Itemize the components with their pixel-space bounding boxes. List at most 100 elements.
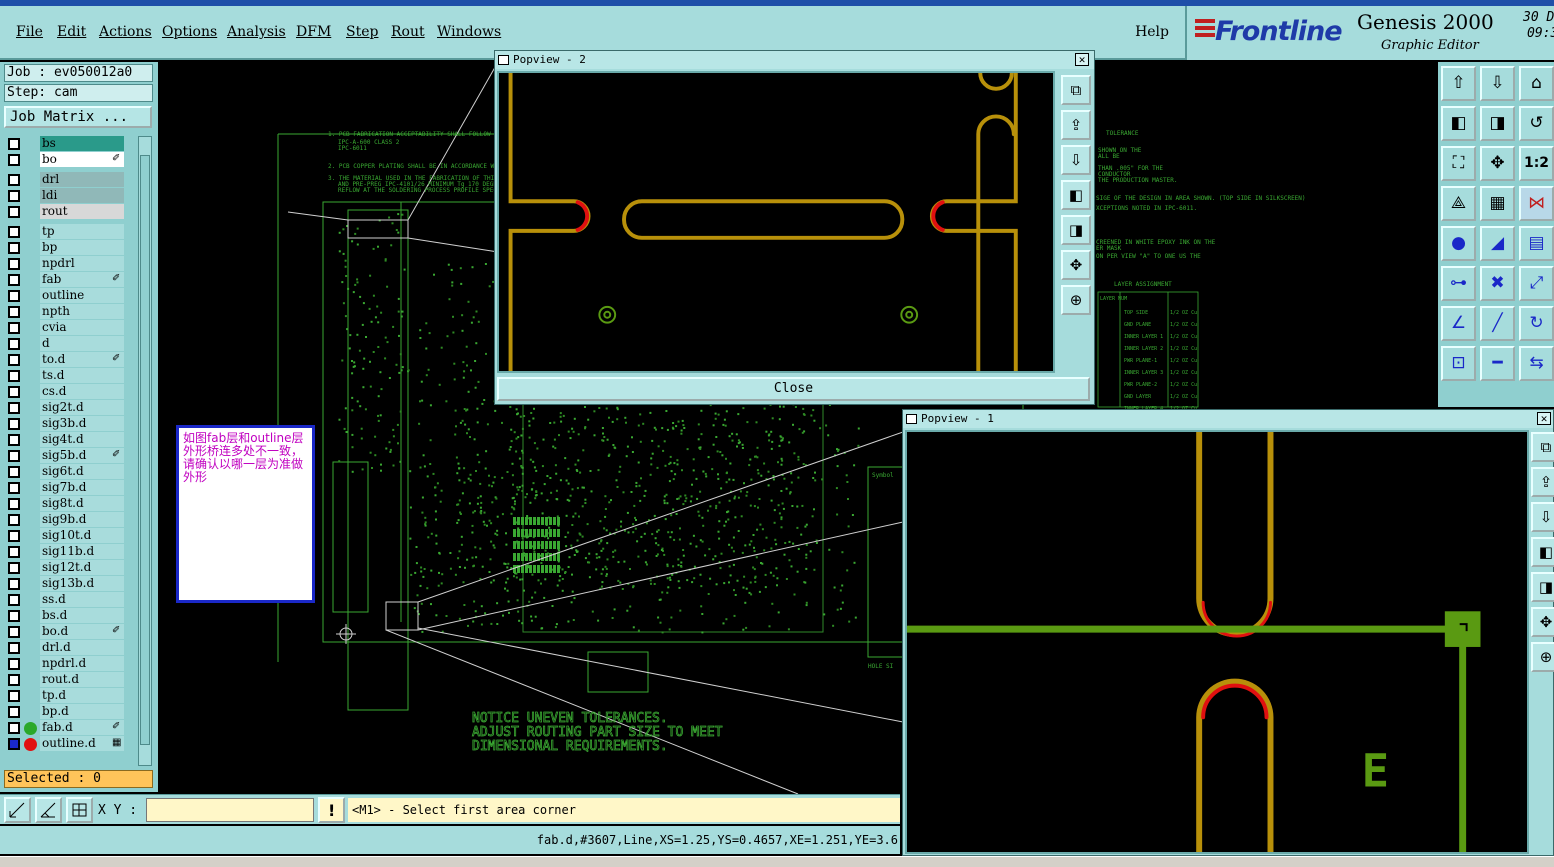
layer-row[interactable]: bo.d ✐ <box>4 624 138 640</box>
view-tool-button[interactable]: ✥ <box>1061 250 1091 280</box>
layer-checkbox[interactable] <box>8 290 20 302</box>
layer-name[interactable]: bs <box>40 136 124 151</box>
layer-row[interactable]: tp <box>4 224 138 240</box>
scale-1-2-button[interactable]: 1:2 <box>1519 146 1554 181</box>
layer-name[interactable]: bp <box>40 240 124 255</box>
layer-name[interactable]: rout <box>40 204 124 219</box>
menu-file[interactable]: File <box>16 24 43 40</box>
layer-row[interactable]: outline <box>4 288 138 304</box>
layer-row[interactable]: cvia <box>4 320 138 336</box>
layer-checkbox[interactable] <box>8 242 20 254</box>
home-up-button[interactable]: ⇧ <box>1441 66 1476 101</box>
layer-row[interactable]: tp.d <box>4 688 138 704</box>
layer-checkbox[interactable] <box>8 738 20 750</box>
split-button[interactable]: ⇆ <box>1519 346 1554 381</box>
layer-row[interactable]: sig8t.d <box>4 496 138 512</box>
layer-row[interactable]: sig9b.d <box>4 512 138 528</box>
layer-name[interactable]: tp <box>40 224 124 239</box>
connect-button[interactable]: ⤢ <box>1519 266 1554 301</box>
layer-checkbox[interactable] <box>8 674 20 686</box>
layer-row[interactable]: rout.d <box>4 672 138 688</box>
layer-scrollbar[interactable] <box>138 136 152 766</box>
layer-row[interactable]: fab ✐ <box>4 272 138 288</box>
view-tool-button[interactable]: ⧉ <box>1531 432 1554 462</box>
close-button[interactable]: Close <box>497 377 1090 401</box>
layer-row[interactable]: bp <box>4 240 138 256</box>
layer-name[interactable]: sig9b.d <box>40 512 124 527</box>
layer-checkbox[interactable] <box>8 546 20 558</box>
layer-checkbox[interactable] <box>8 306 20 318</box>
popview-1-view[interactable]: E <box>905 430 1529 854</box>
layer-name[interactable]: sig10t.d <box>40 528 124 543</box>
view-tool-button[interactable]: ◧ <box>1531 537 1554 567</box>
layer-checkbox[interactable] <box>8 594 20 606</box>
layer-checkbox[interactable] <box>8 466 20 478</box>
layer-checkbox[interactable] <box>8 722 20 734</box>
layer-row[interactable]: cs.d <box>4 384 138 400</box>
popview-2-titlebar[interactable]: Popview - 2 ✕ <box>495 51 1094 69</box>
layer-color-dot[interactable] <box>24 722 37 735</box>
layer-name[interactable]: ts.d <box>40 368 124 383</box>
center-button[interactable]: ✥ <box>1480 146 1515 181</box>
snap-button[interactable]: ⋈ <box>1519 186 1554 221</box>
layer-row[interactable]: npdrl.d <box>4 656 138 672</box>
layer-checkbox[interactable] <box>8 418 20 430</box>
layer-checkbox[interactable] <box>8 322 20 334</box>
layer-row[interactable]: bo ✐ <box>4 152 138 168</box>
view-tool-button[interactable]: ◨ <box>1061 215 1091 245</box>
slash-button[interactable]: ╱ <box>1480 306 1515 341</box>
layer-row[interactable]: ss.d <box>4 592 138 608</box>
layer-name[interactable]: rout.d <box>40 672 124 687</box>
layer-row[interactable]: bs.d <box>4 608 138 624</box>
layer-name[interactable]: outline <box>40 288 124 303</box>
layer-checkbox[interactable] <box>8 482 20 494</box>
rotate-button[interactable]: ↻ <box>1519 306 1554 341</box>
layer-name[interactable]: sig7b.d <box>40 480 124 495</box>
pad-button[interactable]: ● <box>1441 226 1476 261</box>
layer-name[interactable]: bp.d <box>40 704 124 719</box>
view-tool-button[interactable]: ◨ <box>1531 572 1554 602</box>
view-tool-button[interactable]: ⊕ <box>1061 285 1091 315</box>
layer-checkbox[interactable] <box>8 642 20 654</box>
menu-dfm[interactable]: DFM <box>296 24 331 40</box>
segment-button[interactable]: ━ <box>1480 346 1515 381</box>
layer-checkbox[interactable] <box>8 206 20 218</box>
menu-rout[interactable]: Rout <box>391 24 425 40</box>
layer-name[interactable]: npdrl.d <box>40 656 124 671</box>
view-tool-button[interactable]: ⇪ <box>1061 110 1091 140</box>
popview-2-view[interactable] <box>497 71 1055 373</box>
layer-row[interactable]: bs <box>4 136 138 152</box>
house-button[interactable]: ⌂ <box>1519 66 1554 101</box>
layer-name[interactable]: ldi <box>40 188 124 203</box>
layer-checkbox[interactable] <box>8 434 20 446</box>
cross-button[interactable]: ✖ <box>1480 266 1515 301</box>
ruler-button[interactable]: ▤ <box>1519 226 1554 261</box>
layer-checkbox[interactable] <box>8 138 20 150</box>
layer-row[interactable]: sig7b.d <box>4 480 138 496</box>
layer-name[interactable]: sig2t.d <box>40 400 124 415</box>
layer-checkbox[interactable] <box>8 274 20 286</box>
layer-checkbox[interactable] <box>8 386 20 398</box>
layer-checkbox[interactable] <box>8 354 20 366</box>
layer-checkbox[interactable] <box>8 514 20 526</box>
layer-row[interactable]: drl <box>4 172 138 188</box>
layer-name[interactable]: npdrl <box>40 256 124 271</box>
layer-name[interactable]: npth <box>40 304 124 319</box>
menu-step[interactable]: Step <box>346 24 378 40</box>
node-button[interactable]: ⊶ <box>1441 266 1476 301</box>
layer-row[interactable]: sig11b.d <box>4 544 138 560</box>
back-button[interactable]: ↺ <box>1519 106 1554 141</box>
layer-name[interactable]: cs.d <box>40 384 124 399</box>
measure-button[interactable] <box>35 797 62 823</box>
view-tool-button[interactable]: ⇪ <box>1531 467 1554 497</box>
close-icon[interactable]: ✕ <box>1075 53 1089 66</box>
layer-name[interactable]: tp.d <box>40 688 124 703</box>
fit-button[interactable]: ⛶ <box>1441 146 1476 181</box>
layer-row[interactable]: sig5b.d ✐ <box>4 448 138 464</box>
layer-checkbox[interactable] <box>8 154 20 166</box>
layer-checkbox[interactable] <box>8 450 20 462</box>
layer-name[interactable]: cvia <box>40 320 124 335</box>
layer-checkbox[interactable] <box>8 258 20 270</box>
layer-row[interactable]: sig3b.d <box>4 416 138 432</box>
measure-button[interactable]: ⟁ <box>1441 186 1476 221</box>
